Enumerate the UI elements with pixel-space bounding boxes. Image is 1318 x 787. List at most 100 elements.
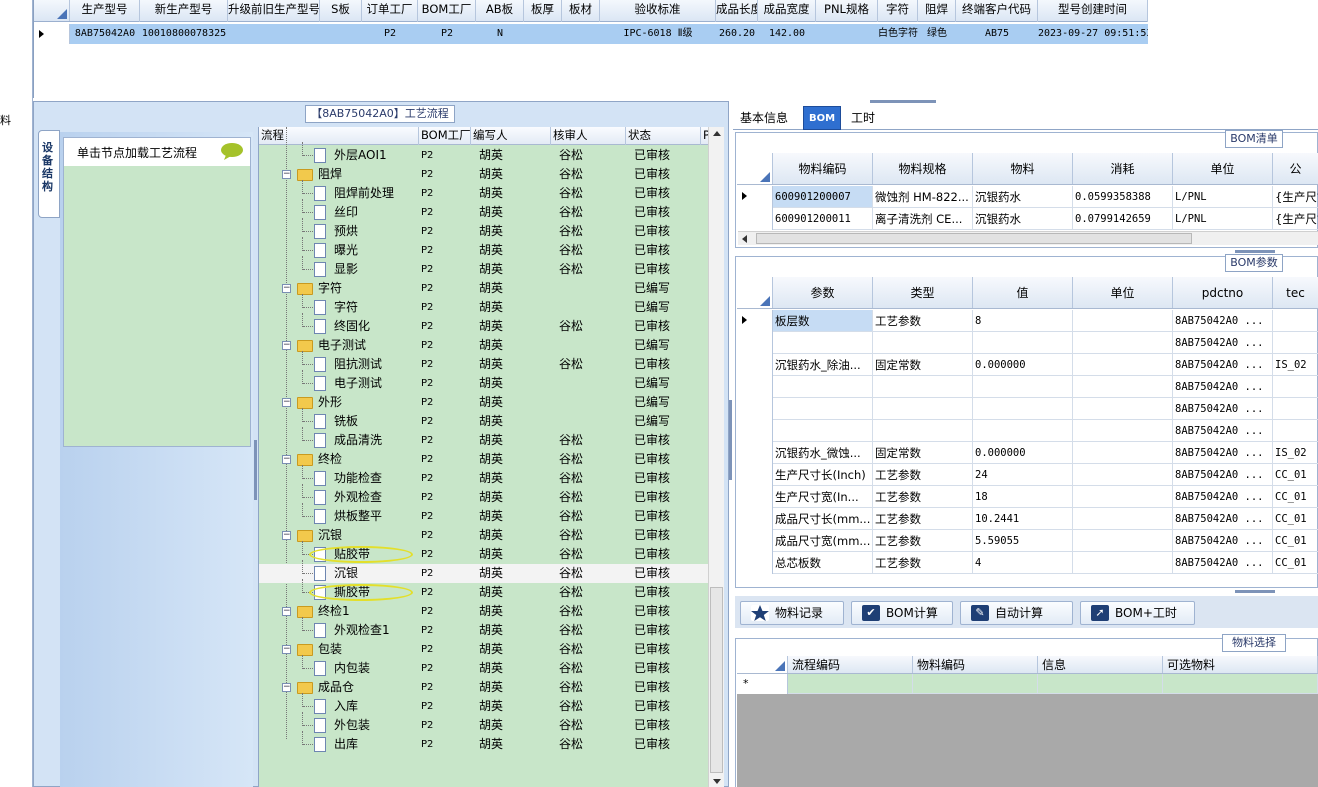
- bom-param-row[interactable]: 生产尺寸长(Inch) 工艺参数 24 8AB75042A0 ... CC_01: [737, 464, 1318, 486]
- tree-row[interactable]: 电子测试 P2 胡英 已编写: [259, 370, 709, 393]
- bom-param-cell[interactable]: CC_01: [1273, 508, 1318, 530]
- model-grid-cell[interactable]: P2: [362, 24, 418, 44]
- bom-list-cell[interactable]: 离子清洗剂 CE...: [873, 208, 973, 230]
- tree-row[interactable]: − 终检1 P2 胡英 谷松 已审核: [259, 602, 709, 621]
- bom-param-cell[interactable]: [1073, 530, 1173, 552]
- model-grid-column-header[interactable]: 生产型号: [70, 0, 140, 22]
- bom-param-cell[interactable]: [1073, 486, 1173, 508]
- bom-param-row[interactable]: 8AB75042A0 ...: [737, 420, 1318, 442]
- tree-row[interactable]: 烘板整平 P2 胡英 谷松 已审核: [259, 503, 709, 526]
- bom-param-cell[interactable]: [1073, 354, 1173, 376]
- bom-param-cell[interactable]: [973, 332, 1073, 354]
- collapse-icon[interactable]: −: [282, 645, 291, 654]
- bom-param-cell[interactable]: [1073, 420, 1173, 442]
- bom-param-cell[interactable]: 8AB75042A0 ...: [1173, 552, 1273, 574]
- tree-row[interactable]: 入库 P2 胡英 谷松 已审核: [259, 693, 709, 716]
- tree-row[interactable]: − 外形 P2 胡英 已编写: [259, 393, 709, 412]
- bom-param-cell[interactable]: 总芯板数: [773, 552, 873, 574]
- bom-param-cell[interactable]: 8AB75042A0 ...: [1173, 486, 1273, 508]
- bom-param-cell[interactable]: [1073, 442, 1173, 464]
- bom-list-cell[interactable]: L/PNL: [1173, 208, 1273, 230]
- bom-param-column-header[interactable]: 单位: [1073, 277, 1173, 308]
- bom-list-hscroll[interactable]: [738, 231, 1318, 245]
- scroll-up-icon[interactable]: [713, 131, 721, 136]
- material-record-button[interactable]: 物料记录: [740, 601, 844, 625]
- model-grid-cell[interactable]: [228, 24, 320, 44]
- bom-param-row[interactable]: 生产尺寸宽(In... 工艺参数 18 8AB75042A0 ... CC_01: [737, 486, 1318, 508]
- model-grid-cell[interactable]: P2: [418, 24, 476, 44]
- bom-param-row[interactable]: 总芯板数 工艺参数 4 8AB75042A0 ... CC_01: [737, 552, 1318, 574]
- bom-param-cell[interactable]: [1073, 464, 1173, 486]
- tree-row[interactable]: − 字符 P2 胡英 已编写: [259, 279, 709, 298]
- bom-list-column-header[interactable]: 物料编码: [773, 153, 873, 184]
- model-grid-cell[interactable]: [562, 24, 600, 44]
- splitter-grip-bom[interactable]: [1235, 250, 1275, 253]
- bom-param-cell[interactable]: 8AB75042A0 ...: [1173, 354, 1273, 376]
- bom-param-cell[interactable]: 固定常数: [873, 354, 973, 376]
- tree-row[interactable]: 沉银 P2 胡英 谷松 已审核: [259, 560, 709, 583]
- bom-list-cell[interactable]: L/PNL: [1173, 186, 1273, 208]
- bom-param-cell[interactable]: [1073, 398, 1173, 420]
- bom-param-cell[interactable]: CC_01: [1273, 530, 1318, 552]
- tree-row[interactable]: 丝印 P2 胡英 谷松 已审核: [259, 199, 709, 222]
- tree-row[interactable]: 外观检查 P2 胡英 谷松 已审核: [259, 484, 709, 507]
- splitter-grip-middle[interactable]: [729, 400, 732, 480]
- tab-basic-info[interactable]: 基本信息: [740, 106, 788, 130]
- bom-param-cell[interactable]: 24: [973, 464, 1073, 486]
- bom-param-cell[interactable]: IS_02: [1273, 442, 1318, 464]
- bom-param-cell[interactable]: 板层数: [773, 310, 873, 332]
- bom-param-cell[interactable]: 4: [973, 552, 1073, 574]
- bom-param-cell[interactable]: 生产尺寸长(Inch): [773, 464, 873, 486]
- bom-list-row[interactable]: 600901200007 微蚀剂 HM-822... 沉银药水 0.059935838…: [737, 186, 1318, 208]
- tree-row[interactable]: 外观检查1 P2 胡英 谷松 已审核: [259, 617, 709, 640]
- bom-param-cell[interactable]: [773, 376, 873, 398]
- model-grid-column-header[interactable]: 验收标准: [600, 0, 716, 22]
- scroll-left-icon[interactable]: [742, 235, 747, 243]
- collapse-icon[interactable]: −: [282, 341, 291, 350]
- model-grid-cell[interactable]: N: [476, 24, 524, 44]
- tree-column-header[interactable]: 状态: [626, 127, 701, 145]
- bom-list-column-header[interactable]: 物料规格: [873, 153, 973, 184]
- model-grid-cell[interactable]: [320, 24, 362, 44]
- tree-row[interactable]: 内包装 P2 胡英 谷松 已审核: [259, 655, 709, 678]
- bom-param-cell[interactable]: 工艺参数: [873, 464, 973, 486]
- model-grid-cell[interactable]: 10010800078325: [140, 24, 228, 44]
- splitter-grip-top[interactable]: [870, 100, 936, 103]
- model-grid-cell[interactable]: 142.00: [758, 24, 816, 44]
- model-grid-cell[interactable]: 8AB75042A0: [70, 24, 140, 44]
- tree-row[interactable]: − 电子测试 P2 胡英 已编写: [259, 336, 709, 355]
- bom-param-cell[interactable]: 8: [973, 310, 1073, 332]
- bom-param-column-header[interactable]: tec: [1273, 277, 1318, 308]
- bom-param-cell[interactable]: [1273, 310, 1318, 332]
- tree-row[interactable]: 功能检查 P2 胡英 谷松 已审核: [259, 465, 709, 488]
- material-column-header[interactable]: 信息: [1038, 656, 1163, 673]
- material-column-header[interactable]: 可选物料: [1163, 656, 1318, 673]
- bom-list-cell[interactable]: 沉银药水: [973, 186, 1073, 208]
- tree-row[interactable]: 阻焊前处理 P2 胡英 谷松 已审核: [259, 180, 709, 203]
- bom-list-hscroll-thumb[interactable]: [756, 233, 1192, 244]
- model-grid[interactable]: 生产型号 新生产型号 升级前旧生产型号 S板 订单工厂 BOM工厂 AB板 板厚 板材 验收标准成…: [33, 0, 1318, 98]
- bom-list-cell[interactable]: 600901200007: [773, 186, 873, 208]
- model-grid-cell[interactable]: 260.20: [716, 24, 758, 44]
- bom-param-cell[interactable]: [973, 420, 1073, 442]
- model-grid-column-header[interactable]: 阻焊: [918, 0, 956, 22]
- bom-param-row[interactable]: 板层数 工艺参数 8 8AB75042A0 ...: [737, 310, 1318, 332]
- model-grid-cell[interactable]: [524, 24, 562, 44]
- bom-list-cell[interactable]: 0.0599358388: [1073, 186, 1173, 208]
- bom-list-cell[interactable]: {生产尺寸: [1273, 208, 1318, 230]
- model-grid-column-header[interactable]: AB板: [476, 0, 524, 22]
- scroll-down-icon[interactable]: [713, 779, 721, 784]
- model-grid-column-header[interactable]: 新生产型号: [140, 0, 228, 22]
- bom-param-cell[interactable]: 工艺参数: [873, 530, 973, 552]
- bom-param-cell[interactable]: [873, 420, 973, 442]
- bom-param-cell[interactable]: 成品尺寸宽(mm...: [773, 530, 873, 552]
- tab-equipment-structure[interactable]: 设备结构: [38, 130, 60, 218]
- bom-list-row[interactable]: 600901200011 离子清洗剂 CE... 沉银药水 0.0799142659 L…: [737, 208, 1318, 230]
- bom-param-cell[interactable]: [873, 398, 973, 420]
- bom-param-row[interactable]: 8AB75042A0 ...: [737, 376, 1318, 398]
- model-grid-cell[interactable]: [816, 24, 878, 44]
- bom-param-cell[interactable]: 0.000000: [973, 442, 1073, 464]
- bom-param-cell[interactable]: [1273, 398, 1318, 420]
- bom-param-cell[interactable]: [973, 398, 1073, 420]
- model-grid-column-header[interactable]: S板: [320, 0, 362, 22]
